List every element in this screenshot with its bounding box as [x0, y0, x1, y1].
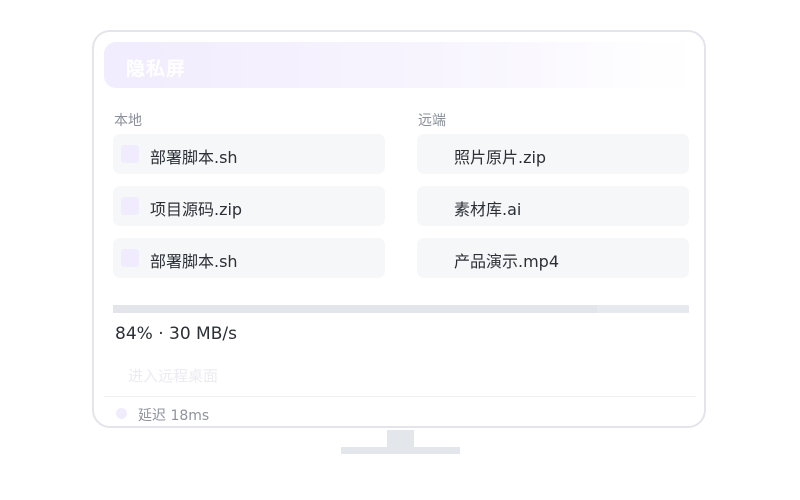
enter-remote-desktop-button[interactable]: 进入远程桌面 — [116, 363, 230, 387]
footer-divider — [104, 396, 696, 397]
local-file-row[interactable]: 部署脚本.sh — [113, 238, 385, 278]
screen-stage: 隐私屏 本地 远端 部署脚本.sh 项目源码.zip 部署脚本.sh 照片原片.… — [0, 0, 800, 500]
monitor-frame: 隐私屏 本地 远端 部署脚本.sh 项目源码.zip 部署脚本.sh 照片原片.… — [92, 30, 706, 428]
title-bar: 隐私屏 — [104, 42, 694, 88]
local-file-list: 部署脚本.sh 项目源码.zip 部署脚本.sh — [113, 134, 385, 290]
file-name: 部署脚本.sh — [150, 148, 238, 167]
app-title: 隐私屏 — [126, 58, 187, 80]
remote-column-label: 远端 — [418, 113, 446, 129]
monitor-stand-neck — [387, 430, 414, 447]
local-column-label: 本地 — [114, 113, 142, 129]
transfer-progress-fill — [113, 305, 597, 313]
file-checkbox-icon[interactable] — [121, 197, 139, 215]
status-dot-icon — [116, 408, 127, 419]
latency-status: 延迟 18ms — [138, 408, 210, 424]
remote-file-list: 照片原片.zip 素材库.ai 产品演示.mp4 — [417, 134, 689, 290]
monitor-stand-base — [341, 447, 460, 454]
remote-file-row[interactable]: 产品演示.mp4 — [417, 238, 689, 278]
local-file-row[interactable]: 项目源码.zip — [113, 186, 385, 226]
remote-file-row[interactable]: 照片原片.zip — [417, 134, 689, 174]
file-name: 项目源码.zip — [150, 200, 243, 219]
file-checkbox-icon[interactable] — [121, 145, 139, 163]
file-name: 部署脚本.sh — [150, 252, 238, 271]
local-file-row[interactable]: 部署脚本.sh — [113, 134, 385, 174]
file-name: 照片原片.zip — [454, 148, 547, 167]
file-name: 素材库.ai — [454, 200, 522, 219]
transfer-progress-bar — [113, 305, 689, 313]
remote-file-row[interactable]: 素材库.ai — [417, 186, 689, 226]
transfer-progress-text: 84% · 30 MB/s — [115, 324, 237, 344]
file-name: 产品演示.mp4 — [454, 252, 560, 271]
file-checkbox-icon[interactable] — [121, 249, 139, 267]
